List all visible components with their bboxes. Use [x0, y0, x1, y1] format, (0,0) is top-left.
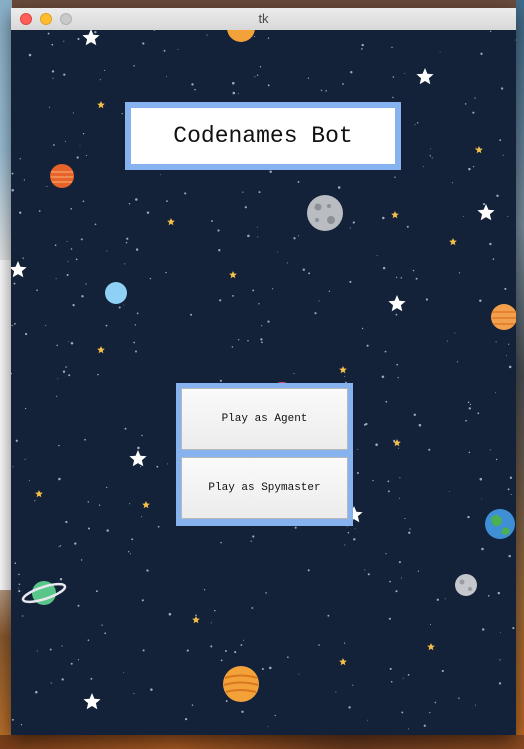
white-star-icon	[83, 693, 101, 710]
gold-star-icon	[142, 501, 150, 509]
gold-star-icon	[97, 346, 105, 354]
ringed-green-planet-icon	[21, 581, 67, 605]
white-star-icon	[477, 204, 495, 221]
play-as-agent-label: Play as Agent	[221, 413, 308, 425]
gold-star-icon	[339, 658, 347, 666]
play-as-spymaster-button[interactable]: Play as Spymaster	[181, 457, 348, 519]
gold-star-icon	[475, 146, 483, 154]
orange-gas-planet-icon	[223, 666, 259, 702]
gold-star-icon	[167, 218, 175, 226]
small-gray-moon-icon	[455, 574, 477, 596]
desktop-background-bottom	[0, 735, 524, 749]
app-title: Codenames Bot	[173, 123, 353, 149]
white-star-icon	[388, 295, 406, 312]
desktop-background-right	[516, 0, 524, 749]
mode-selection-panel: Play as Agent Play as Spymaster	[176, 383, 353, 526]
gray-moon-icon	[307, 195, 343, 231]
white-star-icon	[82, 30, 100, 46]
white-star-icon	[11, 261, 27, 278]
gold-star-icon	[449, 238, 457, 246]
play-as-spymaster-label: Play as Spymaster	[208, 482, 321, 494]
gold-star-icon	[339, 366, 347, 374]
blue-planet-icon	[105, 282, 127, 304]
app-title-banner: Codenames Bot	[125, 102, 401, 170]
orange-planet-icon	[50, 164, 74, 188]
gold-star-icon	[97, 101, 105, 109]
top-orange-planet-icon	[227, 30, 255, 42]
window-title: tk	[258, 11, 269, 26]
gold-star-icon	[35, 490, 43, 498]
play-as-agent-button[interactable]: Play as Agent	[181, 388, 348, 450]
app-window: tk Codenames Bot Play as Agent Play as S…	[11, 8, 516, 735]
striped-orange-planet-icon	[491, 304, 516, 330]
gold-star-icon	[229, 271, 237, 279]
earth-planet-icon	[485, 509, 515, 539]
gold-star-icon	[391, 211, 399, 219]
space-background-canvas: Codenames Bot Play as Agent Play as Spym…	[11, 30, 516, 735]
gold-star-icon	[192, 616, 200, 624]
white-star-icon	[416, 68, 434, 85]
window-titlebar[interactable]: tk	[11, 8, 516, 31]
white-star-icon	[129, 450, 147, 467]
gold-star-icon	[427, 643, 435, 651]
